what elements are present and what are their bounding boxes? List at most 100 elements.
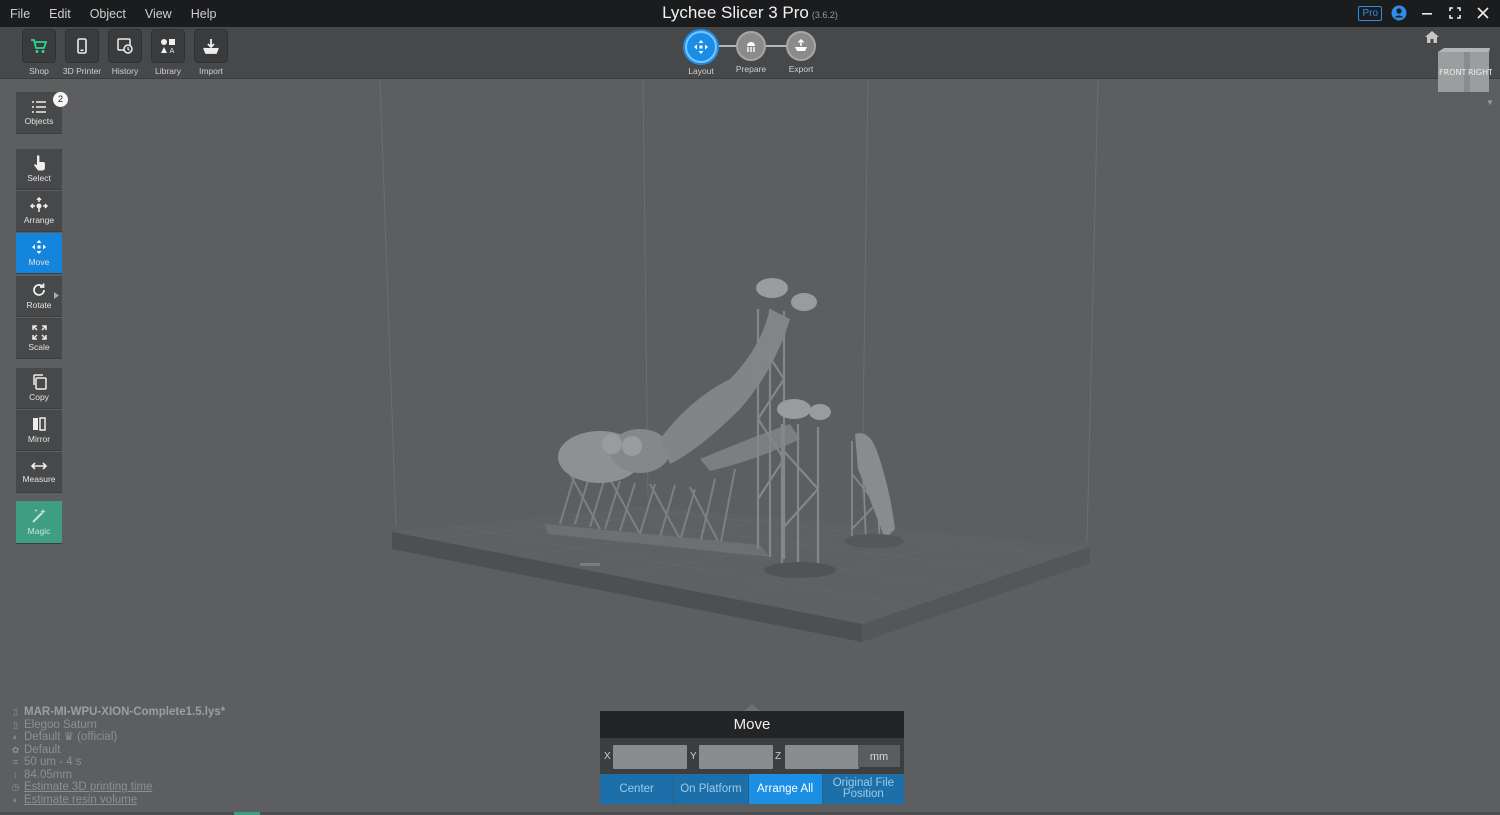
menu-view[interactable]: View	[139, 7, 181, 21]
info-file-row: ▯ MAR-MI-WPU-XION-Complete1.5.lys*	[10, 706, 225, 719]
copy-tool[interactable]: Copy	[16, 368, 62, 409]
model-height: 84.05mm	[24, 768, 72, 781]
copy-icon	[32, 374, 47, 390]
move-panel-notch	[744, 704, 760, 711]
cart-icon	[31, 39, 48, 53]
estimate-time-link[interactable]: Estimate 3D printing time	[24, 781, 152, 794]
layer-settings: 50 um - 4 s	[24, 756, 82, 768]
minimize-icon[interactable]	[1416, 4, 1438, 22]
build-plate	[392, 506, 1090, 642]
original-position-button[interactable]: Original File Position	[822, 774, 904, 804]
printer-name: Elegoo Saturn	[24, 718, 97, 731]
copy-label: Copy	[29, 392, 49, 402]
viewport-3d[interactable]	[0, 79, 1500, 812]
history-icon	[117, 38, 133, 54]
height-icon: ↕	[13, 769, 18, 780]
move-tool[interactable]: Move	[16, 233, 62, 274]
arrange-tool[interactable]: Arrange	[16, 191, 62, 232]
info-volume-row: ◐ Estimate resin volume	[10, 794, 225, 807]
menu-edit[interactable]: Edit	[43, 7, 80, 21]
measure-tool[interactable]: Measure	[16, 452, 62, 493]
resin-drop-icon: ◐	[12, 794, 19, 805]
select-tool[interactable]: Select	[16, 149, 62, 190]
project-filename: MAR-MI-WPU-XION-Complete1.5.lys*	[24, 706, 226, 718]
resin-name: Default	[24, 731, 61, 743]
menu-object[interactable]: Object	[84, 7, 135, 21]
info-layer-row: ≡ 50 um - 4 s	[10, 756, 225, 769]
arrange-all-button[interactable]: Arrange All	[748, 774, 823, 804]
step-layout[interactable]: Layout	[681, 31, 721, 76]
rotate-tool[interactable]: Rotate	[16, 276, 62, 317]
objects-label: Objects	[24, 115, 54, 126]
viewcube-menu-arrow[interactable]: ▼	[1486, 98, 1494, 107]
measure-label: Measure	[22, 474, 56, 484]
printer-button[interactable]: 3D Printer	[63, 29, 101, 77]
workflow-stepper: Layout Prepare Export	[680, 29, 830, 77]
build-volume-frame	[379, 79, 1099, 543]
move-panel: Move X Y Z mm Center On Platform Arrange…	[600, 711, 904, 805]
library-button[interactable]: A Library	[150, 29, 186, 77]
info-printer-row: ▯ Elegoo Saturn	[10, 719, 225, 732]
move-panel-title: Move	[600, 711, 904, 738]
x-position-input[interactable]	[613, 745, 687, 769]
clock-icon: ◷	[11, 782, 20, 792]
import-label: Import	[198, 66, 224, 76]
viewcube-front[interactable]: FRONT	[1439, 68, 1466, 77]
project-info: ▯ MAR-MI-WPU-XION-Complete1.5.lys* ▯ Elego…	[10, 706, 226, 807]
import-icon	[203, 39, 219, 54]
menu-bar: File Edit Object View Help	[4, 7, 229, 21]
magic-tool[interactable]: Magic	[16, 501, 62, 544]
step-prepare[interactable]: Prepare	[731, 31, 771, 74]
view-cube[interactable]: FRONT RIGHT	[1422, 30, 1492, 100]
unit-selector[interactable]: mm	[858, 745, 900, 767]
viewcube-right[interactable]: RIGHT	[1468, 68, 1492, 77]
resin-official: (official)	[77, 731, 118, 743]
list-icon	[32, 100, 46, 113]
close-icon[interactable]	[1472, 4, 1494, 22]
select-label: Select	[27, 173, 51, 183]
rotate-label: Rotate	[26, 300, 52, 310]
resin-icon: ◐	[12, 732, 19, 742]
magic-wand-icon	[32, 509, 46, 523]
crown-icon: ♛	[63, 731, 74, 743]
arrange-label: Arrange	[23, 215, 55, 225]
history-button[interactable]: History	[107, 29, 143, 77]
pointer-hand-icon	[34, 155, 45, 171]
info-resin-row: ◐ Default ♛ (official)	[10, 731, 225, 744]
x-axis-label: X	[604, 751, 611, 762]
title-bar: File Edit Object View Help Lychee Slicer…	[0, 0, 1500, 27]
layers-icon: ≡	[12, 757, 19, 767]
submenu-arrow-icon[interactable]	[54, 292, 59, 299]
shop-button[interactable]: Shop	[21, 29, 57, 77]
estimate-volume-link[interactable]: Estimate resin volume	[24, 794, 137, 807]
step-export-label: Export	[788, 64, 814, 74]
y-position-input[interactable]	[699, 745, 773, 769]
objects-count-badge: 2	[53, 92, 68, 107]
account-icon[interactable]	[1388, 4, 1410, 22]
palette-icon: ✿	[11, 744, 20, 755]
maximize-icon[interactable]	[1444, 4, 1466, 22]
window-controls: Pro	[1358, 4, 1494, 22]
menu-help[interactable]: Help	[185, 7, 226, 21]
info-profile-row: ✿ Default	[10, 744, 225, 757]
mirror-tool[interactable]: Mirror	[16, 410, 62, 451]
step-export[interactable]: Export	[781, 31, 821, 74]
scale-tool[interactable]: Scale	[16, 318, 62, 359]
center-button[interactable]: Center	[600, 774, 675, 804]
menu-file[interactable]: File	[4, 7, 39, 21]
pro-badge[interactable]: Pro	[1358, 5, 1382, 21]
import-button[interactable]: Import	[193, 29, 229, 77]
z-position-input[interactable]	[785, 745, 859, 769]
move-arrows-icon	[32, 240, 46, 254]
mirror-icon	[33, 417, 46, 431]
rotate-icon	[33, 283, 45, 296]
on-platform-button[interactable]: On Platform	[674, 774, 749, 804]
phone-printer-icon	[77, 38, 87, 54]
scale-icon	[31, 324, 47, 340]
info-time-row: ◷ Estimate 3D printing time	[10, 781, 225, 794]
y-axis-label: Y	[690, 751, 697, 762]
info-height-row: ↕ 84.05mm	[10, 769, 225, 782]
move-fields: X Y Z mm	[600, 738, 904, 774]
arrange-icon	[30, 197, 48, 212]
app-title-text: Lychee Slicer 3 Pro	[662, 3, 809, 22]
